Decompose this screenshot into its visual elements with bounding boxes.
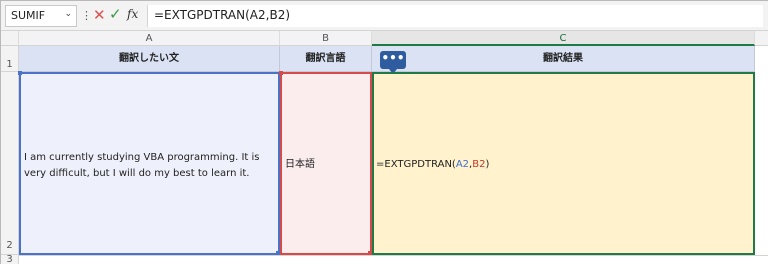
column-header-a[interactable]: A [19,31,280,46]
next-column-area[interactable] [755,46,768,255]
formula-bar: SUMIF ⌄ ⋮ ✕ ✓ fx =EXTGPDTRAN(A2,B2) [1,1,768,31]
range-handle-b-top[interactable] [279,71,283,75]
spreadsheet-window: SUMIF ⌄ ⋮ ✕ ✓ fx =EXTGPDTRAN(A2,B2) A B … [0,0,768,264]
row-3-cells[interactable] [19,255,768,264]
formula-suffix: ) [485,159,490,170]
row-header-3[interactable]: 3 [1,255,19,264]
insert-function-icon[interactable]: fx [127,7,138,21]
formula-ref-b2: B2 [472,159,486,170]
formula-ref-a2: A2 [455,159,470,170]
row-header-2[interactable]: 2 [1,72,19,255]
column-header-next[interactable] [755,31,768,46]
cell-a1[interactable]: 翻訳したい文 [19,46,280,72]
column-header-c[interactable]: C [372,31,755,46]
formula-input[interactable]: =EXTGPDTRAN(A2,B2) [147,5,763,27]
row-header-1[interactable]: 1 [1,46,19,72]
select-all-corner[interactable] [1,31,19,46]
cancel-icon[interactable]: ✕ [93,6,106,24]
formula-prefix: =EXTGPDTRAN( [376,159,456,170]
comment-indicator-button[interactable]: ••• [380,51,406,74]
more-options-icon[interactable]: ⋮ [81,9,92,22]
cell-c1[interactable]: 翻訳結果 [372,46,755,72]
enter-check-icon[interactable]: ✓ [109,5,122,23]
chevron-down-icon[interactable]: ⌄ [64,9,72,19]
range-handle-a-top[interactable] [18,71,22,75]
name-box[interactable]: SUMIF ⌄ [5,5,77,27]
cell-a2[interactable]: I am currently studying VBA programming.… [19,72,280,255]
name-box-value: SUMIF [11,9,46,22]
column-header-b[interactable]: B [280,31,372,46]
cell-c2[interactable]: =EXTGPDTRAN(A2,B2) [372,72,755,255]
cell-b1[interactable]: 翻訳言語 [280,46,372,72]
cell-b2[interactable]: 日本語 [280,72,372,255]
